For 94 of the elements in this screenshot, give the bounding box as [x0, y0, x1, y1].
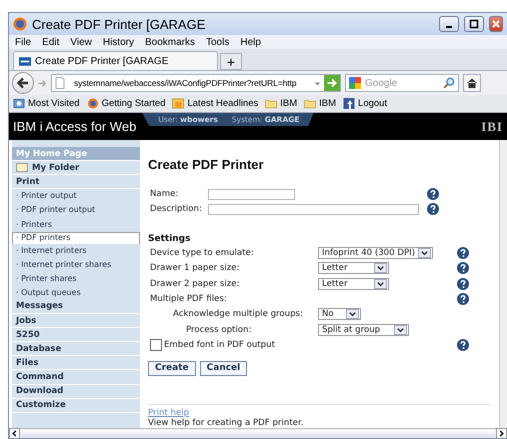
field-label: Description: — [150, 204, 203, 214]
bookmark[interactable]: Most Visited — [13, 98, 80, 109]
bookmark[interactable]: Latest Headlines — [172, 98, 258, 109]
menu-item[interactable]: Bookmarks — [144, 36, 195, 48]
menu-item[interactable]: View — [70, 36, 92, 48]
dropdown-arrow-icon[interactable] — [394, 324, 407, 335]
sidebar-item[interactable]: 5250 — [12, 328, 140, 342]
sidebar-item[interactable]: · Output queues — [12, 286, 140, 300]
scroll-left-icon[interactable] — [9, 428, 20, 438]
field-label: Name: — [150, 189, 180, 200]
search-icon[interactable] — [443, 77, 455, 89]
help-icon[interactable] — [427, 203, 439, 216]
letter-f-icon — [343, 98, 356, 109]
dropdown[interactable]: Letter — [318, 262, 389, 274]
close-button[interactable] — [489, 16, 503, 32]
help-icon[interactable] — [457, 262, 469, 274]
form-button[interactable]: Cancel — [200, 360, 248, 376]
vertical-scrollbar[interactable] — [499, 140, 507, 428]
sidebar-item[interactable]: Jobs — [12, 314, 140, 328]
menu-item[interactable]: File — [15, 36, 32, 48]
menu-item[interactable]: History — [102, 36, 134, 48]
help-icon[interactable] — [457, 292, 469, 305]
help-icon[interactable] — [457, 278, 469, 290]
sidebar-item[interactable]: Download — [12, 384, 140, 399]
text-field[interactable] — [208, 188, 295, 200]
back-button[interactable] — [12, 72, 34, 94]
back-arrow-icon[interactable] — [16, 76, 30, 90]
menu-item[interactable]: Edit — [42, 36, 60, 48]
sidebar-item[interactable]: Customize — [12, 398, 140, 413]
folder-icon — [304, 98, 316, 109]
sidebar-item[interactable]: · Printers — [12, 217, 140, 232]
dropdown-arrow-icon[interactable] — [374, 278, 387, 288]
globe-icon — [86, 98, 99, 109]
folder-icon — [16, 163, 28, 172]
home-button[interactable] — [463, 74, 481, 92]
setting-label: Drawer 2 paper size: — [150, 278, 240, 288]
help-text: View help for creating a PDF printer. — [148, 418, 304, 428]
bookmark[interactable]: Getting Started — [86, 98, 166, 109]
form-button[interactable]: Create — [148, 360, 196, 376]
maximize-icon[interactable] — [469, 19, 479, 29]
maximize-button[interactable] — [464, 16, 484, 32]
page-icon — [55, 77, 65, 89]
checkbox-label: Embed font in PDF output — [164, 340, 275, 350]
feed-icon — [172, 98, 184, 109]
setting-label: Acknowledge multiple groups: — [172, 309, 304, 320]
dropdown[interactable]: Infoprint 40 (300 DPI) — [318, 246, 434, 259]
help-icon[interactable] — [457, 339, 469, 352]
setting-label: Process option: — [185, 324, 252, 335]
sidebar-item[interactable]: Print — [12, 175, 140, 190]
setting-label: Device type to emulate: — [150, 248, 255, 258]
sidebar-item[interactable]: · PDF printer output — [12, 203, 140, 218]
sidebar-item[interactable]: · Internet printers — [12, 244, 140, 258]
help-icon[interactable] — [457, 246, 469, 259]
dropdown-arrow-icon[interactable] — [374, 263, 387, 274]
sidebar-item[interactable]: My Folder — [12, 161, 140, 176]
site-icon — [19, 56, 31, 66]
menu-item[interactable]: Tools — [206, 36, 230, 48]
new-tab-button[interactable]: + — [220, 53, 242, 70]
page-heading: Create PDF Printer — [148, 157, 265, 172]
bookmark-folder-icon — [13, 98, 25, 109]
setting-label: Drawer 1 paper size: — [150, 263, 240, 274]
bookmark[interactable]: IBM — [265, 98, 298, 109]
sidebar-item[interactable]: · Printer shares — [12, 272, 140, 286]
sidebar-item[interactable]: Files — [12, 356, 140, 370]
scroll-right-icon[interactable] — [496, 428, 507, 438]
app-title: IBM i Access for Web — [13, 119, 136, 134]
sidebar-item[interactable]: Messages — [12, 300, 140, 314]
folder-icon — [265, 98, 278, 109]
horizontal-scrollbar[interactable] — [9, 428, 507, 438]
dropdown[interactable]: Split at group — [318, 324, 409, 336]
text-field[interactable] — [208, 204, 419, 215]
checkbox[interactable] — [150, 339, 162, 352]
home-icon[interactable] — [466, 77, 478, 89]
sidebar-item[interactable]: Command — [12, 370, 140, 384]
sidebar-item[interactable]: · PDF printers — [12, 232, 140, 244]
browser-tab[interactable]: Create PDF Printer [GARAGE — [13, 51, 218, 70]
address-field[interactable]: systemname/webaccess/iWAConfigPDFPrinter?retURL=http — [51, 74, 341, 92]
bookmark[interactable]: IBM — [304, 98, 336, 109]
dropdown[interactable]: Letter — [318, 278, 389, 290]
setting-label: Multiple PDF files: — [150, 294, 228, 304]
bookmark[interactable]: Logout — [343, 98, 388, 109]
search-engine-icon — [349, 77, 361, 89]
sidebar-item[interactable]: Database — [12, 342, 140, 356]
globe-icon — [13, 17, 27, 31]
company-logo: IBI — [481, 118, 503, 134]
section-heading: Settings — [148, 234, 192, 244]
minimize-button[interactable] — [439, 16, 459, 32]
window-title: Create PDF Printer [GARAGE — [32, 16, 206, 32]
sidebar-item[interactable]: · Internet printer shares — [12, 258, 140, 272]
dropdown[interactable]: No — [318, 308, 361, 320]
menu-item[interactable]: Help — [240, 36, 261, 48]
sidebar-item[interactable]: · Printer output — [12, 189, 140, 204]
help-icon[interactable] — [427, 188, 439, 200]
close-icon[interactable] — [491, 19, 501, 29]
